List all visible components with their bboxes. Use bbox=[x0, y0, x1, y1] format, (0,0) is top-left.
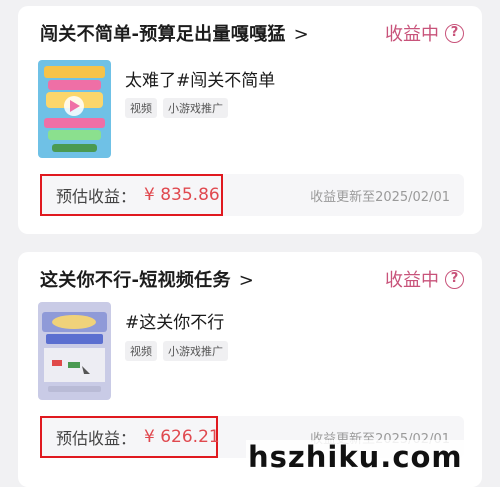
video-thumbnail[interactable] bbox=[38, 302, 111, 400]
task-title-link[interactable]: 这关你不行-短视频任务 > bbox=[40, 266, 254, 292]
tag: 小游戏推广 bbox=[163, 98, 228, 118]
earnings-row: 预估收益： ¥ 835.86 收益更新至2025/02/01 bbox=[40, 174, 464, 216]
status-label: 收益中 ? bbox=[385, 20, 464, 46]
watermark: hszhiku.com bbox=[246, 440, 465, 474]
help-icon[interactable]: ? bbox=[445, 23, 464, 43]
tag-list: 视频 小游戏推广 bbox=[125, 341, 228, 361]
chevron-right-icon: > bbox=[293, 24, 310, 45]
status-label: 收益中 ? bbox=[385, 266, 464, 292]
tag: 视频 bbox=[125, 341, 157, 361]
earnings-value: ¥ 835.86 bbox=[144, 185, 220, 205]
task-title-link[interactable]: 闯关不简单-预算足出量嘎嘎猛 > bbox=[40, 20, 309, 46]
earnings-highlight: 预估收益： ¥ 835.86 bbox=[40, 174, 223, 216]
video-title: 太难了#闯关不简单 bbox=[125, 71, 276, 91]
help-icon[interactable]: ? bbox=[445, 269, 464, 289]
update-date: 收益更新至2025/02/01 bbox=[310, 190, 450, 205]
tag: 视频 bbox=[125, 98, 157, 118]
tag: 小游戏推广 bbox=[163, 341, 228, 361]
video-title: #这关你不行 bbox=[125, 313, 225, 333]
video-thumbnail[interactable] bbox=[38, 60, 111, 158]
earnings-label: 预估收益： bbox=[56, 187, 137, 206]
earnings-value: ¥ 626.21 bbox=[144, 427, 220, 447]
earnings-highlight: 预估收益： ¥ 626.21 bbox=[40, 416, 220, 458]
tag-list: 视频 小游戏推广 bbox=[125, 98, 228, 118]
chevron-right-icon: > bbox=[238, 270, 255, 291]
earnings-label: 预估收益： bbox=[56, 429, 137, 448]
task-card[interactable]: 闯关不简单-预算足出量嘎嘎猛 > 收益中 ? 太难了#闯关不简单 视频 小游戏推广… bbox=[18, 6, 482, 234]
